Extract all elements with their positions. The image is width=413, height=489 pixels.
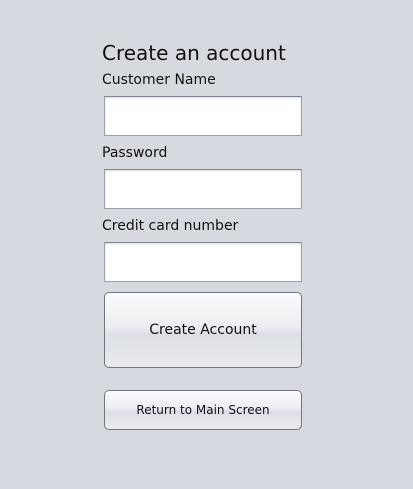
return-to-main-button-label: Return to Main Screen [136,403,270,417]
credit-card-label: Credit card number [102,218,239,234]
credit-card-input[interactable] [104,242,302,282]
customer-name-label: Customer Name [102,72,216,88]
password-input[interactable] [104,169,302,209]
create-account-button[interactable]: Create Account [104,292,302,368]
password-label: Password [102,145,168,161]
form-title: Create an account [102,41,286,65]
customer-name-input[interactable] [104,96,302,136]
create-account-button-label: Create Account [149,322,257,338]
return-to-main-button[interactable]: Return to Main Screen [104,390,302,430]
